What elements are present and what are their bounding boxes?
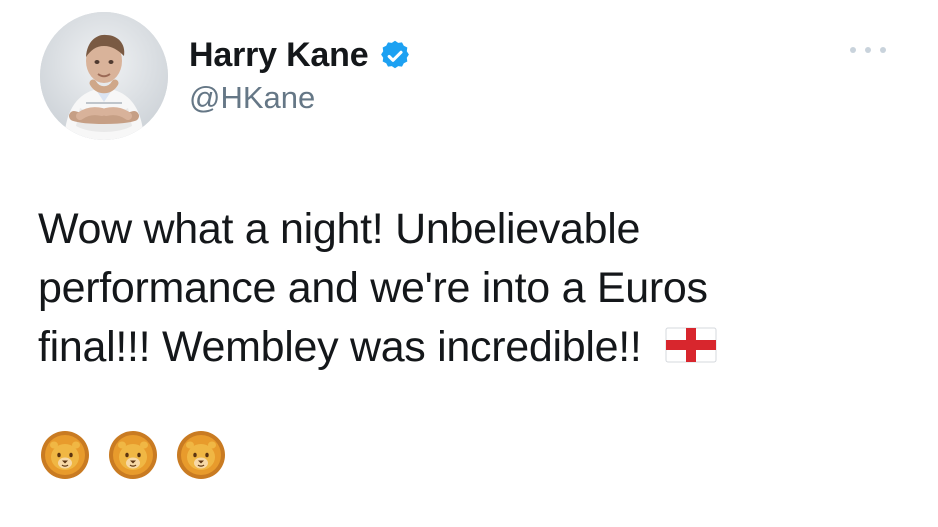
verified-badge-icon — [381, 40, 410, 68]
author-handle[interactable]: @HKane — [189, 80, 315, 116]
lion-face-icon — [109, 431, 157, 479]
lion-face-icon — [41, 431, 89, 479]
avatar[interactable] — [40, 12, 168, 140]
more-options-icon[interactable] — [850, 42, 886, 58]
tweet-text-line-2: performance and we're into a Euros — [38, 264, 708, 312]
tweet-text: Wow what a night! Unbelievable performan… — [38, 200, 888, 377]
tweet-text-line-3: final!!! Wembley was incredible!! — [38, 318, 888, 377]
avatar-image — [40, 12, 168, 140]
more-dot-3 — [880, 47, 886, 53]
emoji-row — [39, 429, 227, 481]
flag-england-icon — [665, 327, 717, 363]
display-name[interactable]: Harry Kane — [189, 36, 369, 74]
author-name-row[interactable]: Harry Kane — [189, 36, 412, 74]
tweet-card: Harry Kane @HKane Wow what a night! Unbe… — [0, 0, 938, 527]
tweet-text-line-3-text: final!!! Wembley was incredible!! — [38, 323, 642, 371]
more-dot-1 — [850, 47, 856, 53]
lion-face-icon — [177, 431, 225, 479]
tweet-text-line-1: Wow what a night! Unbelievable — [38, 205, 641, 253]
more-dot-2 — [865, 47, 871, 53]
